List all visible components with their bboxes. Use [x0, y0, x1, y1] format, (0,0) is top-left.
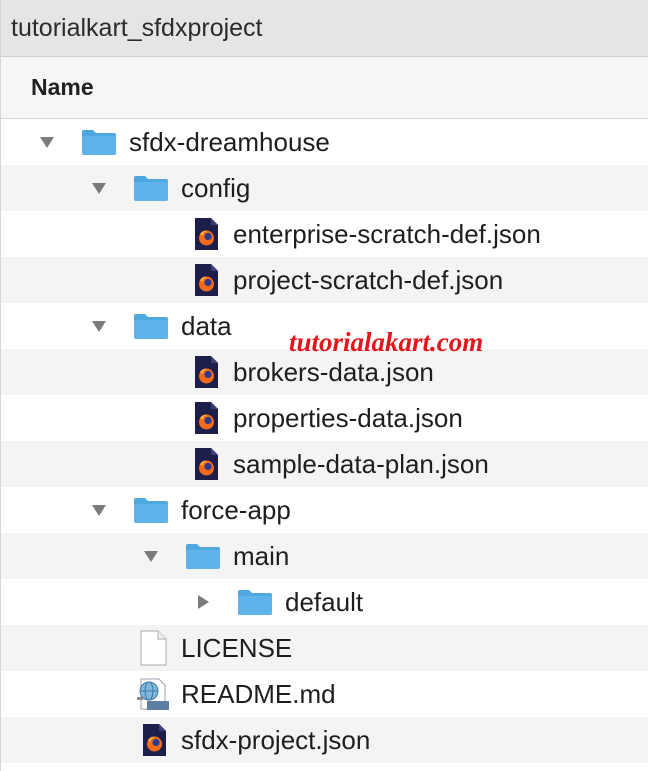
disclosure-expanded-icon[interactable] — [37, 132, 57, 152]
firefox-json-file-icon — [193, 401, 219, 435]
tree-item-label: sfdx-project.json — [181, 724, 371, 755]
tree-item-label: README.md — [181, 678, 336, 709]
folder-icon — [133, 174, 169, 202]
folder-icon — [133, 312, 169, 340]
folder-icon — [185, 542, 221, 570]
text-file-icon — [133, 677, 171, 711]
finder-window: tutorialkart_sfdxproject Name sfdx-dream… — [0, 0, 648, 771]
tree-item-label: properties-data.json — [233, 402, 463, 433]
tree-row[interactable]: sample-data-plan.json — [1, 441, 648, 487]
tree-row[interactable]: config — [1, 165, 648, 211]
tree-item-label: sfdx-dreamhouse — [129, 126, 330, 157]
tree-item-label: LICENSE — [181, 632, 293, 663]
disclosure-expanded-icon[interactable] — [141, 546, 161, 566]
firefox-json-file-icon — [141, 723, 167, 757]
tree-item-label: project-scratch-def.json — [233, 264, 504, 295]
tree-row[interactable]: LICENSE — [1, 625, 648, 671]
watermark-text: tutorialakart.com — [289, 327, 484, 357]
tree-item-label: main — [233, 540, 290, 571]
file-tree: sfdx-dreamhouse config enterprise-scratch-… — [1, 119, 648, 763]
folder-icon — [81, 128, 117, 156]
tree-item-label: default — [285, 586, 364, 617]
firefox-json-file-icon — [193, 217, 219, 251]
tree-row[interactable]: README.md — [1, 671, 648, 717]
tree-row[interactable]: force-app — [1, 487, 648, 533]
plain-file-icon — [139, 630, 167, 666]
window-title-bar[interactable]: tutorialkart_sfdxproject — [1, 0, 648, 57]
disclosure-expanded-icon[interactable] — [89, 178, 109, 198]
tree-row[interactable]: enterprise-scratch-def.json — [1, 211, 648, 257]
tree-row[interactable]: sfdx-dreamhouse — [1, 119, 648, 165]
tree-item-label: config — [181, 172, 251, 203]
tree-item-label: sample-data-plan.json — [233, 448, 489, 479]
tree-row[interactable]: project-scratch-def.json — [1, 257, 648, 303]
tree-row[interactable]: main — [1, 533, 648, 579]
tree-item-label: data — [181, 310, 232, 341]
name-column-label: Name — [31, 74, 94, 100]
disclosure-expanded-icon[interactable] — [89, 316, 109, 336]
firefox-json-file-icon — [193, 263, 219, 297]
tree-row[interactable]: sfdx-project.json — [1, 717, 648, 763]
disclosure-collapsed-icon[interactable] — [193, 592, 213, 612]
tree-item-label: force-app — [181, 494, 291, 525]
folder-icon — [133, 496, 169, 524]
firefox-json-file-icon — [193, 355, 219, 389]
window-title: tutorialkart_sfdxproject — [11, 13, 263, 42]
tree-item-label: enterprise-scratch-def.json — [233, 218, 541, 249]
tree-row[interactable]: properties-data.json — [1, 395, 648, 441]
firefox-json-file-icon — [193, 447, 219, 481]
tree-row[interactable]: default — [1, 579, 648, 625]
disclosure-expanded-icon[interactable] — [89, 500, 109, 520]
tree-item-label: brokers-data.json — [233, 356, 434, 387]
folder-icon — [237, 588, 273, 616]
name-column-header[interactable]: Name — [1, 57, 648, 119]
